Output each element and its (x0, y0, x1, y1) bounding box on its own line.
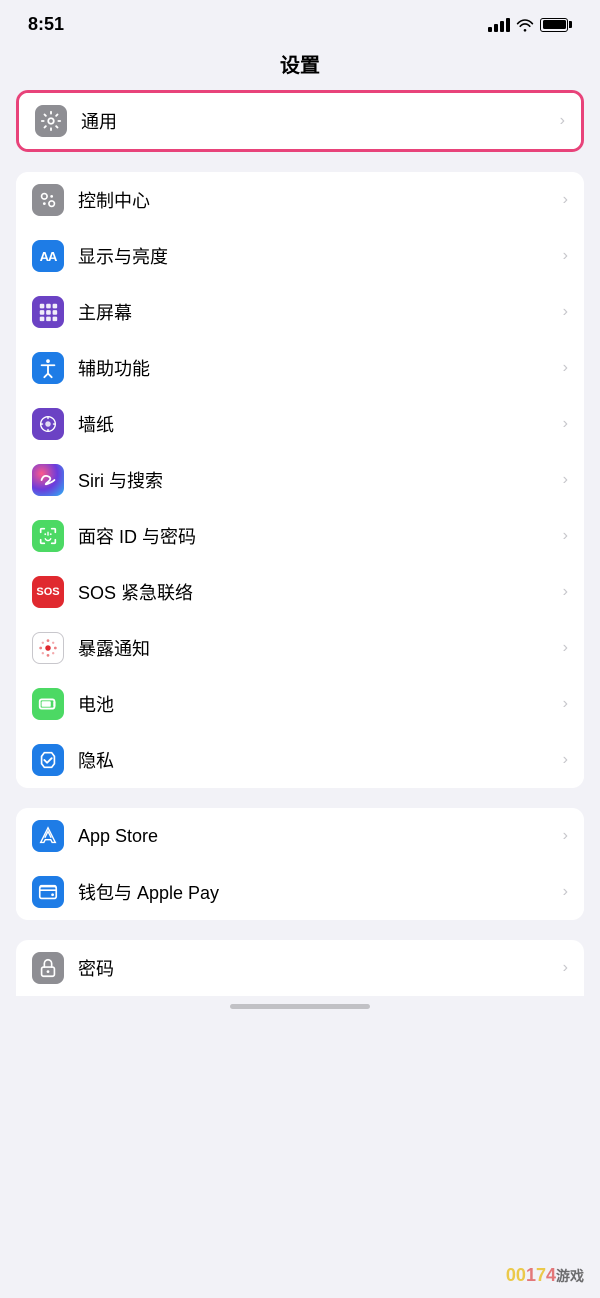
appstore-icon (32, 820, 64, 852)
home-bar (230, 1004, 370, 1009)
wallet-label: 钱包与 Apple Pay (78, 879, 555, 905)
passwords-icon (32, 952, 64, 984)
battery-settings-icon (32, 688, 64, 720)
signal-icon (488, 18, 510, 32)
appstore-label: App Store (78, 826, 555, 847)
general-section: 通用 › (16, 90, 584, 152)
battery-icon (540, 18, 572, 32)
control-center-icon (32, 184, 64, 216)
sos-chevron: › (563, 583, 568, 601)
settings-item-appstore[interactable]: App Store › (16, 808, 584, 864)
settings-item-wallet[interactable]: 钱包与 Apple Pay › (16, 864, 584, 920)
settings-item-battery[interactable]: 电池 › (16, 676, 584, 732)
privacy-icon (32, 744, 64, 776)
passwords-label: 密码 (78, 955, 555, 981)
status-bar: 8:51 (0, 0, 600, 43)
faceid-chevron: › (563, 527, 568, 545)
settings-item-general[interactable]: 通用 › (19, 93, 581, 149)
homescreen-icon (32, 296, 64, 328)
exposure-label: 暴露通知 (78, 635, 555, 661)
wallpaper-label: 墙纸 (78, 411, 555, 437)
page-title: 设置 (0, 43, 600, 90)
display-label: 显示与亮度 (78, 243, 555, 269)
main-section: 控制中心 › AA 显示与亮度 › 主屏幕 › (16, 172, 584, 788)
siri-label: Siri 与搜索 (78, 467, 555, 493)
settings-item-homescreen[interactable]: 主屏幕 › (16, 284, 584, 340)
control-center-chevron: › (563, 191, 568, 209)
battery-label: 电池 (78, 691, 555, 717)
passwords-chevron: › (563, 959, 568, 977)
exposure-icon (32, 632, 64, 664)
settings-item-faceid[interactable]: 面容 ID 与密码 › (16, 508, 584, 564)
store-section: App Store › 钱包与 Apple Pay › (16, 808, 584, 920)
siri-chevron: › (563, 471, 568, 489)
battery-chevron: › (563, 695, 568, 713)
settings-item-siri[interactable]: Siri 与搜索 › (16, 452, 584, 508)
display-chevron: › (563, 247, 568, 265)
accessibility-chevron: › (563, 359, 568, 377)
faceid-icon (32, 520, 64, 552)
status-time: 8:51 (28, 14, 64, 35)
appstore-chevron: › (563, 827, 568, 845)
settings-item-exposure[interactable]: 暴露通知 › (16, 620, 584, 676)
wallpaper-icon (32, 408, 64, 440)
settings-item-accessibility[interactable]: 辅助功能 › (16, 340, 584, 396)
wifi-icon (516, 18, 534, 32)
accessibility-icon (32, 352, 64, 384)
homescreen-label: 主屏幕 (78, 299, 555, 325)
homescreen-chevron: › (563, 303, 568, 321)
sos-label: SOS 紧急联络 (78, 579, 555, 605)
general-label: 通用 (81, 108, 552, 134)
control-center-label: 控制中心 (78, 187, 555, 213)
faceid-label: 面容 ID 与密码 (78, 523, 555, 549)
settings-item-display[interactable]: AA 显示与亮度 › (16, 228, 584, 284)
wallet-icon (32, 876, 64, 908)
exposure-chevron: › (563, 639, 568, 657)
status-icons (488, 18, 572, 32)
general-chevron: › (560, 112, 565, 130)
home-indicator (0, 996, 600, 1013)
settings-item-sos[interactable]: SOS SOS 紧急联络 › (16, 564, 584, 620)
wallet-chevron: › (563, 883, 568, 901)
settings-item-passwords[interactable]: 密码 › (16, 940, 584, 996)
display-icon: AA (32, 240, 64, 272)
siri-icon (32, 464, 64, 496)
privacy-label: 隐私 (78, 747, 555, 773)
settings-item-wallpaper[interactable]: 墙纸 › (16, 396, 584, 452)
wallpaper-chevron: › (563, 415, 568, 433)
settings-item-control-center[interactable]: 控制中心 › (16, 172, 584, 228)
privacy-chevron: › (563, 751, 568, 769)
watermark: 00174游戏 (506, 1265, 584, 1286)
settings-item-privacy[interactable]: 隐私 › (16, 732, 584, 788)
sos-icon: SOS (32, 576, 64, 608)
general-icon (35, 105, 67, 137)
accessibility-label: 辅助功能 (78, 355, 555, 381)
